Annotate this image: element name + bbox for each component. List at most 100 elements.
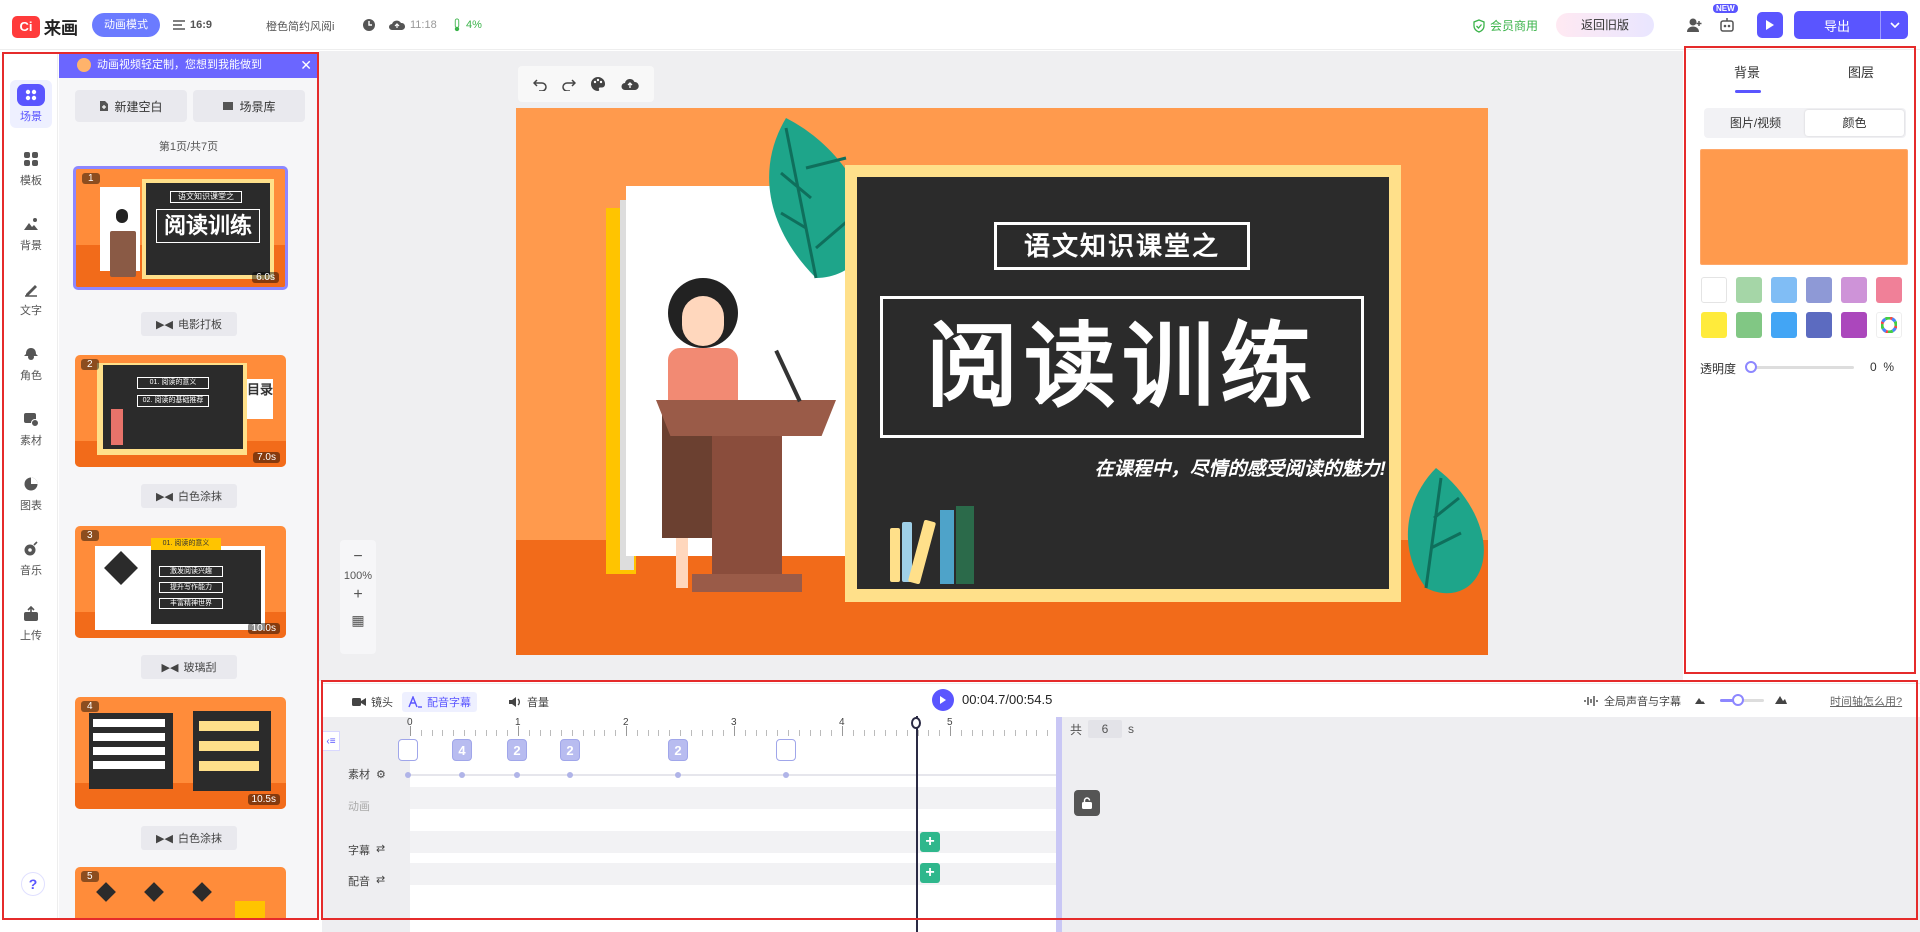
- selected-color-preview[interactable]: [1700, 149, 1908, 265]
- timeline-play-button[interactable]: [932, 689, 954, 711]
- transition-button-2[interactable]: ▶◀ 白色涂抹: [141, 484, 237, 508]
- timeline-collapse-button[interactable]: ‹≡: [322, 731, 340, 751]
- project-name[interactable]: 橙色简约风阅i: [266, 18, 334, 34]
- scene-thumb-4[interactable]: 4 10.5s: [75, 697, 286, 809]
- tl-tab-subtitle[interactable]: 配音字幕: [402, 692, 477, 712]
- color-swatch-yellow[interactable]: [1701, 312, 1727, 338]
- material-keyframe-dot[interactable]: [459, 772, 465, 778]
- new-blank-button[interactable]: 新建空白: [75, 90, 187, 122]
- history-button[interactable]: [362, 18, 376, 32]
- zoom-in-mountain-icon[interactable]: [1774, 693, 1788, 705]
- grid-icon[interactable]: ▦: [340, 612, 376, 629]
- timeline-help-link[interactable]: 时间轴怎么用?: [1830, 693, 1902, 709]
- scene-thumb-2[interactable]: 01. 阅读的意义 02. 阅读的基础推荐 目录 2 7.0s: [75, 355, 286, 467]
- promo-banner[interactable]: 动画视频轻定制，您想到我能做到 ✕: [59, 52, 318, 78]
- nav-scene[interactable]: 场景: [10, 80, 52, 128]
- canvas-slogan[interactable]: 在课程中，尽情的感受阅读的魅力!: [1026, 454, 1386, 481]
- tl-tab-camera[interactable]: 镜头: [346, 692, 399, 712]
- scene-thumb-5[interactable]: 5: [75, 867, 286, 920]
- app-logo[interactable]: Ci 来画: [12, 14, 78, 39]
- tl-tab-volume[interactable]: 音量: [502, 692, 555, 712]
- material-chip[interactable]: 2: [560, 739, 580, 761]
- seg-color[interactable]: 颜色: [1805, 110, 1904, 136]
- nav-background[interactable]: 背景: [10, 209, 52, 257]
- color-swatch-indigo[interactable]: [1806, 312, 1832, 338]
- material-chip[interactable]: 4: [452, 739, 472, 761]
- nav-template[interactable]: 模板: [10, 144, 52, 192]
- color-swatch-periwinkle[interactable]: [1806, 277, 1832, 303]
- nav-music[interactable]: 音乐: [10, 534, 52, 582]
- help-button[interactable]: ?: [21, 872, 45, 896]
- material-chip[interactable]: [776, 739, 796, 761]
- robot-button[interactable]: [1716, 14, 1738, 36]
- undo-icon[interactable]: [533, 77, 547, 91]
- animation-track[interactable]: [410, 787, 1060, 809]
- color-swatch-lilac[interactable]: [1841, 277, 1867, 303]
- material-keyframe-dot[interactable]: [675, 772, 681, 778]
- redo-icon[interactable]: [562, 77, 576, 91]
- close-icon[interactable]: ✕: [300, 52, 312, 78]
- playhead[interactable]: [916, 716, 918, 932]
- gear-icon[interactable]: ⚙: [376, 768, 386, 781]
- export-button[interactable]: 导出: [1794, 11, 1908, 39]
- color-swatch-green[interactable]: [1736, 312, 1762, 338]
- timeline-ruler[interactable]: 0 1 2 3 4 5: [407, 717, 1060, 739]
- swap-icon[interactable]: ⇄: [376, 842, 385, 858]
- swap-icon[interactable]: ⇄: [376, 873, 385, 889]
- transition-button-1[interactable]: ▶◀ 电影打板: [141, 312, 237, 336]
- vip-commercial-link[interactable]: 会员商用: [1472, 17, 1538, 34]
- zoom-out-button[interactable]: −: [340, 548, 376, 566]
- material-keyframe-dot[interactable]: [567, 772, 573, 778]
- dub-track[interactable]: [410, 863, 1060, 885]
- transition-button-4[interactable]: ▶◀ 白色涂抹: [141, 826, 237, 850]
- export-dropdown[interactable]: [1880, 11, 1908, 39]
- nav-text[interactable]: 文字: [10, 274, 52, 322]
- color-swatch-pink[interactable]: [1876, 277, 1902, 303]
- global-audio-toggle[interactable]: 全局声音与字幕: [1584, 693, 1681, 709]
- color-swatch-light-green[interactable]: [1736, 277, 1762, 303]
- transition-button-3[interactable]: ▶◀ 玻璃刮: [141, 655, 237, 679]
- subtitle-track[interactable]: [410, 831, 1060, 853]
- nav-material[interactable]: 素材: [10, 404, 52, 452]
- tab-background[interactable]: 背景: [1734, 62, 1760, 81]
- color-swatch-white[interactable]: [1701, 277, 1727, 303]
- material-keyframe-dot[interactable]: [514, 772, 520, 778]
- color-swatch-purple[interactable]: [1841, 312, 1867, 338]
- opacity-slider[interactable]: [1748, 366, 1854, 369]
- material-chip[interactable]: 2: [507, 739, 527, 761]
- canvas-subtitle[interactable]: 语文知识课堂之: [994, 222, 1250, 270]
- material-keyframe-dot[interactable]: [405, 772, 411, 778]
- add-dub-button[interactable]: +: [920, 863, 940, 883]
- nav-upload[interactable]: 上传: [10, 599, 52, 647]
- timeline-end-handle[interactable]: [1056, 717, 1062, 932]
- palette-icon[interactable]: [590, 76, 606, 92]
- collaborate-button[interactable]: [1684, 14, 1706, 36]
- opacity-value[interactable]: 0 %: [1870, 360, 1894, 374]
- color-swatch-blue[interactable]: [1771, 312, 1797, 338]
- nav-character[interactable]: 角色: [10, 339, 52, 387]
- material-chip[interactable]: 2: [668, 739, 688, 761]
- opacity-slider-handle[interactable]: [1745, 361, 1757, 373]
- zoom-in-button[interactable]: +: [340, 586, 376, 604]
- seg-image-video[interactable]: 图片/视频: [1706, 110, 1805, 136]
- nav-chart[interactable]: 图表: [10, 469, 52, 517]
- preview-play-button[interactable]: [1757, 12, 1783, 38]
- zoom-out-mountain-icon[interactable]: [1694, 695, 1706, 705]
- mode-button[interactable]: 动画模式: [92, 13, 160, 37]
- cloud-upload-icon[interactable]: [621, 77, 639, 91]
- custom-color-button[interactable]: [1876, 312, 1902, 338]
- ratio-selector[interactable]: 16:9: [172, 18, 212, 32]
- playhead-handle[interactable]: [911, 717, 921, 729]
- material-chip[interactable]: [398, 739, 418, 761]
- material-keyframe-dot[interactable]: [783, 772, 789, 778]
- old-version-button[interactable]: 返回旧版: [1556, 13, 1654, 37]
- canvas-main-title[interactable]: 阅读训练: [880, 296, 1364, 438]
- tab-layer[interactable]: 图层: [1848, 62, 1874, 81]
- slide-canvas[interactable]: 语文知识课堂之 阅读训练 在课程中，尽情的感受阅读的魅力!: [516, 108, 1488, 655]
- scene-thumb-1[interactable]: 语文知识课堂之 阅读训练 1 6.0s: [73, 166, 288, 290]
- lock-button[interactable]: [1074, 790, 1100, 816]
- add-subtitle-button[interactable]: +: [920, 832, 940, 852]
- timeline-zoom-handle[interactable]: [1732, 694, 1744, 706]
- scene-library-button[interactable]: 场景库: [193, 90, 305, 122]
- total-duration-input[interactable]: 6: [1088, 720, 1123, 738]
